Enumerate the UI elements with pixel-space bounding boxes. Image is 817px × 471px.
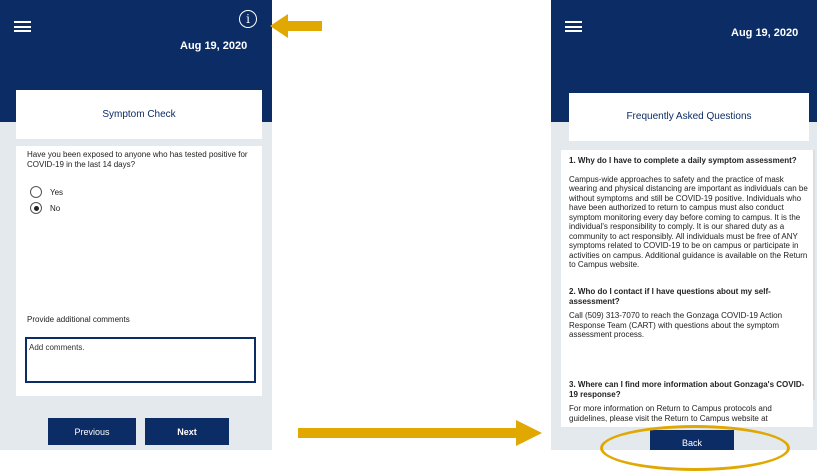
annotation-arrow-right-icon bbox=[298, 420, 542, 446]
option-label: Yes bbox=[50, 187, 64, 197]
info-icon[interactable]: i bbox=[239, 10, 257, 28]
next-button[interactable]: Next bbox=[145, 418, 229, 445]
annotation-circle bbox=[600, 425, 790, 471]
menu-icon[interactable] bbox=[14, 21, 31, 32]
option-no[interactable]: No bbox=[30, 201, 60, 215]
faq-answer: Call (509) 313-7070 to reach the Gonzaga… bbox=[569, 311, 783, 339]
faq-answer: For more information on Return to Campus… bbox=[569, 404, 772, 423]
comments-input[interactable]: Add comments. bbox=[25, 337, 256, 383]
menu-icon[interactable] bbox=[565, 21, 582, 32]
scrollbar[interactable] bbox=[813, 150, 815, 400]
faq-answer: Campus-wide approaches to safety and the… bbox=[569, 174, 808, 270]
card-title: Frequently Asked Questions bbox=[569, 93, 809, 141]
comments-label: Provide additional comments bbox=[27, 315, 130, 324]
option-yes[interactable]: Yes bbox=[30, 185, 63, 199]
annotation-arrow-left-icon bbox=[270, 14, 322, 38]
faq-question: 1. Why do I have to complete a daily sym… bbox=[569, 156, 797, 165]
faq-item: 3. Where can I find more information abo… bbox=[569, 380, 809, 426]
card-title: Symptom Check bbox=[16, 90, 262, 139]
previous-button[interactable]: Previous bbox=[48, 418, 136, 445]
symptom-check-screen: i Aug 19, 2020 Symptom Check Have you be… bbox=[0, 0, 272, 450]
faq-question: 2. Who do I contact if I have questions … bbox=[569, 287, 771, 306]
radio-button[interactable] bbox=[30, 186, 42, 198]
faq-question: 3. Where can I find more information abo… bbox=[569, 380, 805, 399]
faq-item: 1. Why do I have to complete a daily sym… bbox=[569, 156, 809, 270]
header-date: Aug 19, 2020 bbox=[180, 40, 248, 52]
option-label: No bbox=[50, 203, 61, 213]
question-text: Have you been exposed to anyone who has … bbox=[27, 150, 248, 169]
faq-screen: Aug 19, 2020 Frequently Asked Questions … bbox=[551, 0, 817, 450]
faq-item: 2. Who do I contact if I have questions … bbox=[569, 287, 809, 340]
header-date: Aug 19, 2020 bbox=[731, 27, 799, 39]
radio-button-selected[interactable] bbox=[30, 202, 42, 214]
